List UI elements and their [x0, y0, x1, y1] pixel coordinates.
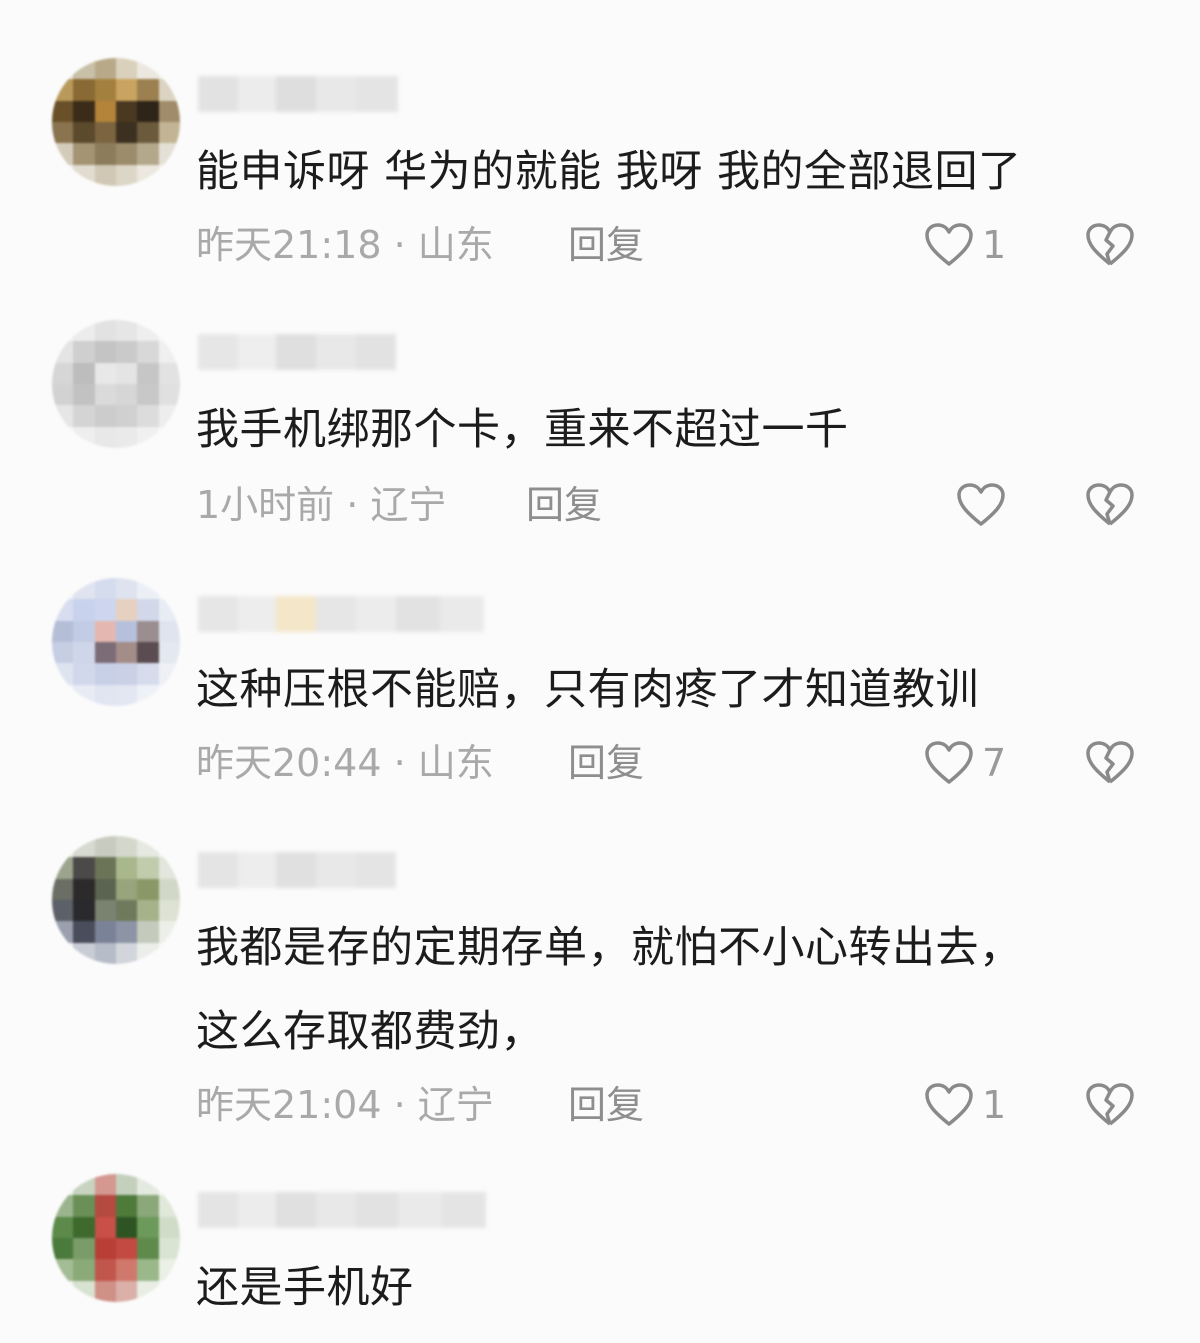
heart-outline-icon [924, 740, 974, 786]
comment-meta: 昨天20:44 · 山东 回复 7 [196, 738, 1156, 788]
heart-outline-icon [924, 1082, 974, 1128]
broken-heart-icon [1085, 740, 1135, 786]
reply-button[interactable]: 回复 [526, 480, 602, 530]
like-count: 1 [982, 223, 1007, 267]
broken-heart-icon [1085, 222, 1135, 268]
like-button[interactable]: 7 [924, 738, 1006, 788]
comment-time-location: 1小时前 · 辽宁 [196, 483, 447, 527]
broken-heart-icon [1085, 482, 1135, 528]
reply-button[interactable]: 回复 [568, 738, 644, 788]
username-blurred[interactable] [198, 76, 398, 112]
avatar[interactable] [52, 578, 180, 706]
comment-text: 我都是存的定期存单，就怕不小心转出去， 这么存取都费劲， [196, 923, 1023, 1057]
username-blurred[interactable] [198, 852, 396, 888]
broken-heart-icon [1085, 1082, 1135, 1128]
comment-text: 能申诉呀 华为的就能 我呀 我的全部退回了 [196, 147, 1022, 197]
dislike-button[interactable] [1084, 738, 1136, 788]
heart-outline-icon [924, 222, 974, 268]
comment-time-location: 昨天20:44 · 山东 [196, 741, 494, 785]
like-button[interactable]: 1 [924, 1080, 1006, 1130]
comment-meta: 昨天21:18 · 山东 回复 1 [196, 220, 1156, 270]
comment-feed: 能申诉呀 华为的就能 我呀 我的全部退回了 昨天21:18 · 山东 回复 1 [0, 0, 1200, 1343]
dislike-button[interactable] [1084, 220, 1136, 270]
comment-meta: 1小时前 · 辽宁 回复 [196, 480, 1156, 530]
avatar[interactable] [52, 320, 180, 448]
avatar[interactable] [52, 1174, 180, 1302]
avatar[interactable] [52, 58, 180, 186]
dislike-button[interactable] [1084, 1080, 1136, 1130]
username-blurred[interactable] [198, 596, 484, 632]
like-button[interactable]: 1 [924, 220, 1006, 270]
username-blurred[interactable] [198, 334, 396, 370]
heart-outline-icon [956, 482, 1006, 528]
avatar[interactable] [52, 836, 180, 964]
username-blurred[interactable] [198, 1192, 486, 1228]
comment-time-location: 昨天21:04 · 辽宁 [196, 1083, 494, 1127]
comment-time-location: 昨天21:18 · 山东 [196, 223, 494, 267]
comment-meta: 昨天21:04 · 辽宁 回复 1 [196, 1080, 1156, 1130]
reply-button[interactable]: 回复 [568, 1080, 644, 1130]
like-button[interactable] [956, 480, 1014, 530]
reply-button[interactable]: 回复 [568, 220, 644, 270]
comment-text: 我手机绑那个卡，重来不超过一千 [196, 405, 849, 455]
dislike-button[interactable] [1084, 480, 1136, 530]
comment-text: 这种压根不能赔，只有肉疼了才知道教训 [196, 665, 979, 715]
like-count: 7 [982, 741, 1007, 785]
comment-text: 还是手机好 [196, 1263, 414, 1313]
like-count: 1 [982, 1083, 1007, 1127]
